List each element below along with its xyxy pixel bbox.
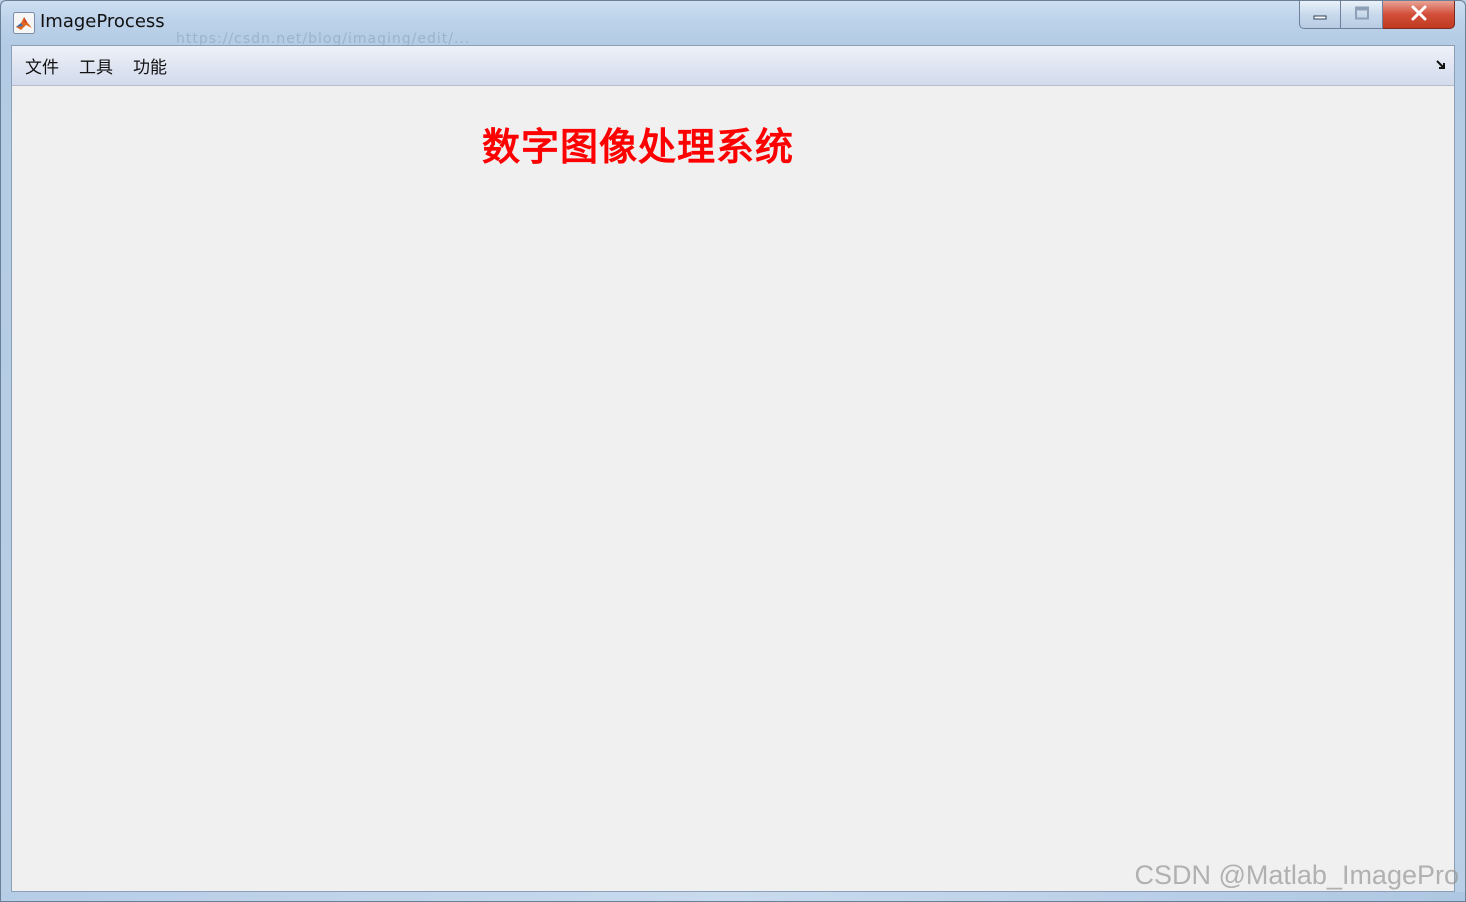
menu-bar: 文件 工具 功能 (12, 46, 1454, 86)
system-title: 数字图像处理系统 (482, 124, 795, 169)
menu-function[interactable]: 功能 (128, 49, 179, 82)
figure-client-area: 文件 工具 功能 数字图像处理系统 (11, 45, 1455, 892)
window-title: ImageProcess (40, 11, 165, 32)
minimize-icon (1312, 5, 1328, 24)
matlab-logo-icon (13, 12, 35, 34)
minimize-button[interactable] (1299, 1, 1341, 29)
title-bar[interactable]: ImageProcess https://csdn.net/blog/imagi… (1, 1, 1465, 47)
maximize-button[interactable] (1341, 1, 1383, 29)
watermark: CSDN @Matlab_ImagePro (1134, 860, 1459, 890)
close-button[interactable] (1383, 1, 1455, 29)
menu-tools[interactable]: 工具 (74, 49, 125, 82)
close-icon (1410, 5, 1428, 25)
caption-buttons (1299, 1, 1455, 31)
maximize-icon (1354, 5, 1370, 24)
menu-file[interactable]: 文件 (20, 49, 71, 82)
undock-arrow-icon[interactable] (1434, 57, 1448, 71)
window-bottom-border (1, 892, 1465, 901)
app-window: ImageProcess https://csdn.net/blog/imagi… (0, 0, 1466, 902)
